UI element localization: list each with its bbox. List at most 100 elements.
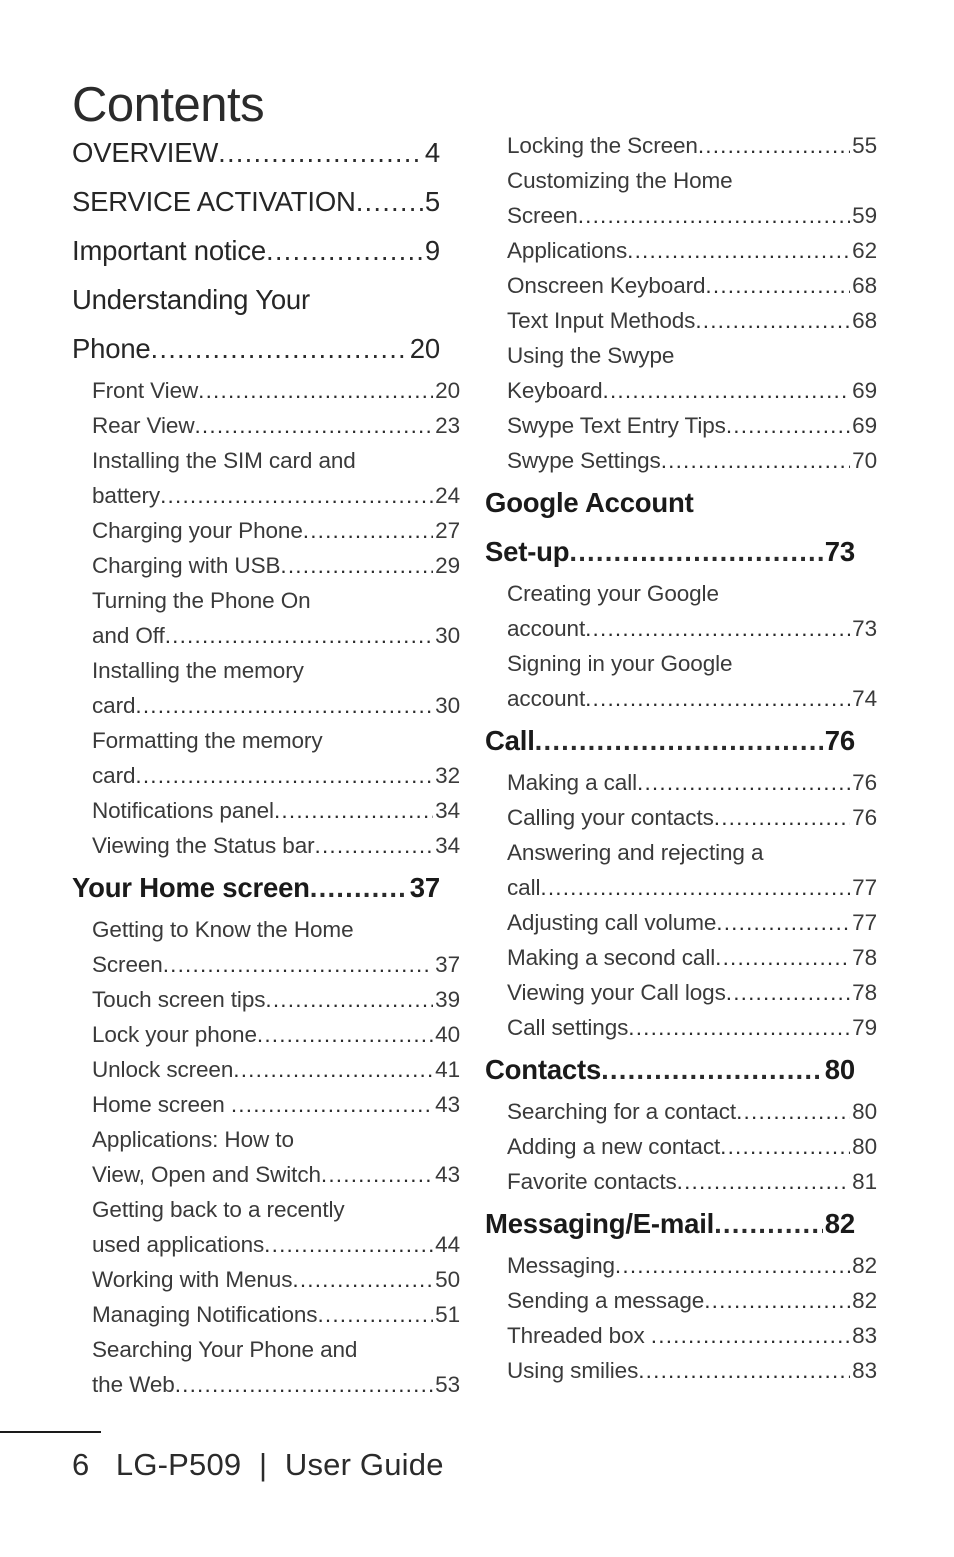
toc-leader-dots: ........................................… [355,186,423,217]
toc-leader-dots: ........................................… [601,1054,823,1085]
toc-entry[interactable]: Notifications panel.....................… [72,793,460,828]
toc-entry[interactable]: Using the Swype Keyboard.................… [485,338,877,408]
toc-entry[interactable]: Swype Text Entry Tips...................… [485,408,877,443]
toc-entry[interactable]: Making a second call....................… [485,940,877,975]
toc-entry-label: Text Input Methods [507,308,696,333]
toc-entry[interactable]: Answering and rejecting a call...........… [485,835,877,905]
toc-page-number: 80 [852,1134,877,1159]
toc-entry[interactable]: Managing Notifications..................… [72,1297,460,1332]
toc-entry[interactable]: Locking the Screen......................… [485,128,877,163]
toc-page-number: 40 [435,1022,460,1047]
toc-entry[interactable]: Google Account Set-up....................… [485,478,855,576]
toc-page-number: 82 [852,1288,877,1313]
toc-entry[interactable]: Customizing the Home Screen..............… [485,163,877,233]
toc-entry-label: Adjusting call volume [507,910,717,935]
toc-entry-label: Contacts [485,1054,602,1085]
toc-entry-row: Making a call...........................… [507,765,877,800]
toc-entry[interactable]: Viewing your Call logs..................… [485,975,877,1010]
toc-leader-dots: ........................................… [162,952,434,977]
toc-entry[interactable]: Touch screen tips.......................… [72,982,460,1017]
toc-entry-wrapped-line: Understanding Your [72,284,310,315]
toc-entry[interactable]: Important notice........................… [72,226,440,275]
toc-entry[interactable]: Messaging...............................… [485,1248,877,1283]
toc-entry-label: Locking the Screen [507,133,698,158]
toc-entry[interactable]: Applications: How to View, Open and Switc… [72,1122,460,1192]
toc-entry[interactable]: Installing the memory card...............… [72,653,460,723]
toc-entry[interactable]: Getting back to a recently used applicati… [72,1192,460,1262]
page-title: Contents [72,77,265,132]
toc-entry[interactable]: Charging with USB.......................… [72,548,460,583]
toc-page-number: 41 [435,1057,460,1082]
toc-entry[interactable]: Threaded box ...........................… [485,1318,877,1353]
toc-entry[interactable]: Sending a message.......................… [485,1283,877,1318]
toc-entry-label: Charging your Phone [92,518,303,543]
toc-entry[interactable]: Messaging/E-mail........................… [485,1199,855,1248]
toc-entry-wrapped-line: Getting to Know the Home [92,917,354,942]
toc-entry[interactable]: Calling your contacts...................… [485,800,877,835]
toc-entry-label: Managing Notifications [92,1302,318,1327]
toc-entry[interactable]: Signing in your Google account...........… [485,646,877,716]
toc-entry-label: Onscreen Keyboard [507,273,706,298]
toc-entry[interactable]: Understanding Your Phone.................… [72,275,440,373]
toc-leader-dots: ........................................… [534,725,823,756]
toc-entry-row: Adjusting call volume...................… [507,905,877,940]
toc-entry[interactable]: Lock your phone.........................… [72,1017,460,1052]
toc-entry[interactable]: Turning the Phone On and Off.............… [72,583,460,653]
toc-page-number: 27 [435,518,460,543]
toc-leader-dots: ........................................… [660,448,850,473]
toc-leader-dots: ........................................… [585,616,850,641]
toc-entry[interactable]: Onscreen Keyboard.......................… [485,268,877,303]
toc-entry[interactable]: Searching Your Phone and the Web.........… [72,1332,460,1402]
toc-entry[interactable]: Making a call...........................… [485,765,877,800]
toc-entry[interactable]: Text Input Methods......................… [485,303,877,338]
toc-entry[interactable]: Formatting the memory card...............… [72,723,460,793]
toc-page-number: 4 [424,137,440,168]
toc-entry-label: Home screen [92,1092,231,1117]
toc-page-number: 37 [435,952,460,977]
toc-page-number: 78 [852,980,877,1005]
toc-entry[interactable]: Your Home screen........................… [72,863,440,912]
toc-entry[interactable]: Swype Settings..........................… [485,443,877,478]
toc-entry[interactable]: Rear View...............................… [72,408,460,443]
toc-entry-row: Call settings...........................… [507,1010,877,1045]
toc-entry[interactable]: Getting to Know the Home Screen..........… [72,912,460,982]
toc-entry[interactable]: Favorite contacts.......................… [485,1164,877,1199]
toc-page-number: 43 [435,1092,460,1117]
toc-page-number: 55 [852,133,877,158]
toc-entry-row: Front View..............................… [92,373,460,408]
toc-entry-label: Screen [92,952,163,977]
toc-entry-label: Front View [92,378,199,403]
toc-entry[interactable]: SERVICE ACTIVATION......................… [72,177,440,226]
toc-entry[interactable]: Front View..............................… [72,373,460,408]
toc-entry[interactable]: Adding a new contact....................… [485,1129,877,1164]
toc-entry[interactable]: Unlock screen...........................… [72,1052,460,1087]
toc-entry-row: Call....................................… [485,716,855,765]
toc-column-left: OVERVIEW................................… [72,128,460,1402]
toc-entry[interactable]: Installing the SIM card and battery......… [72,443,460,513]
toc-entry-label: Unlock screen [92,1057,234,1082]
toc-entry[interactable]: Working with Menus......................… [72,1262,460,1297]
toc-entry[interactable]: Charging your Phone.....................… [72,513,460,548]
toc-entry[interactable]: Call settings...........................… [485,1010,877,1045]
toc-entry-row: Threaded box ...........................… [507,1318,877,1353]
toc-entry-row: Contacts................................… [485,1045,855,1094]
toc-entry-row: Lock your phone.........................… [92,1017,460,1052]
toc-entry-row: Sending a message.......................… [507,1283,877,1318]
toc-entry-label: the Web [92,1372,175,1397]
toc-entry[interactable]: Home screen ............................… [72,1087,460,1122]
toc-entry[interactable]: Contacts................................… [485,1045,855,1094]
toc-entry[interactable]: OVERVIEW................................… [72,128,440,177]
toc-leader-dots: ........................................… [736,1099,850,1124]
toc-entry-row: SERVICE ACTIVATION......................… [72,177,440,226]
toc-entry[interactable]: Searching for a contact.................… [485,1094,877,1129]
toc-entry[interactable]: Using smilies...........................… [485,1353,877,1388]
toc-entry-label: Favorite contacts [507,1169,677,1194]
toc-entry[interactable]: Call....................................… [485,716,855,765]
toc-entry[interactable]: Adjusting call volume...................… [485,905,877,940]
toc-entry[interactable]: Viewing the Status bar..................… [72,828,460,863]
toc-page-number: 83 [852,1358,877,1383]
toc-entry-label: Screen [507,203,578,228]
toc-entry-label: Phone [72,333,151,364]
toc-entry[interactable]: Applications............................… [485,233,877,268]
toc-entry[interactable]: Creating your Google account.............… [485,576,877,646]
